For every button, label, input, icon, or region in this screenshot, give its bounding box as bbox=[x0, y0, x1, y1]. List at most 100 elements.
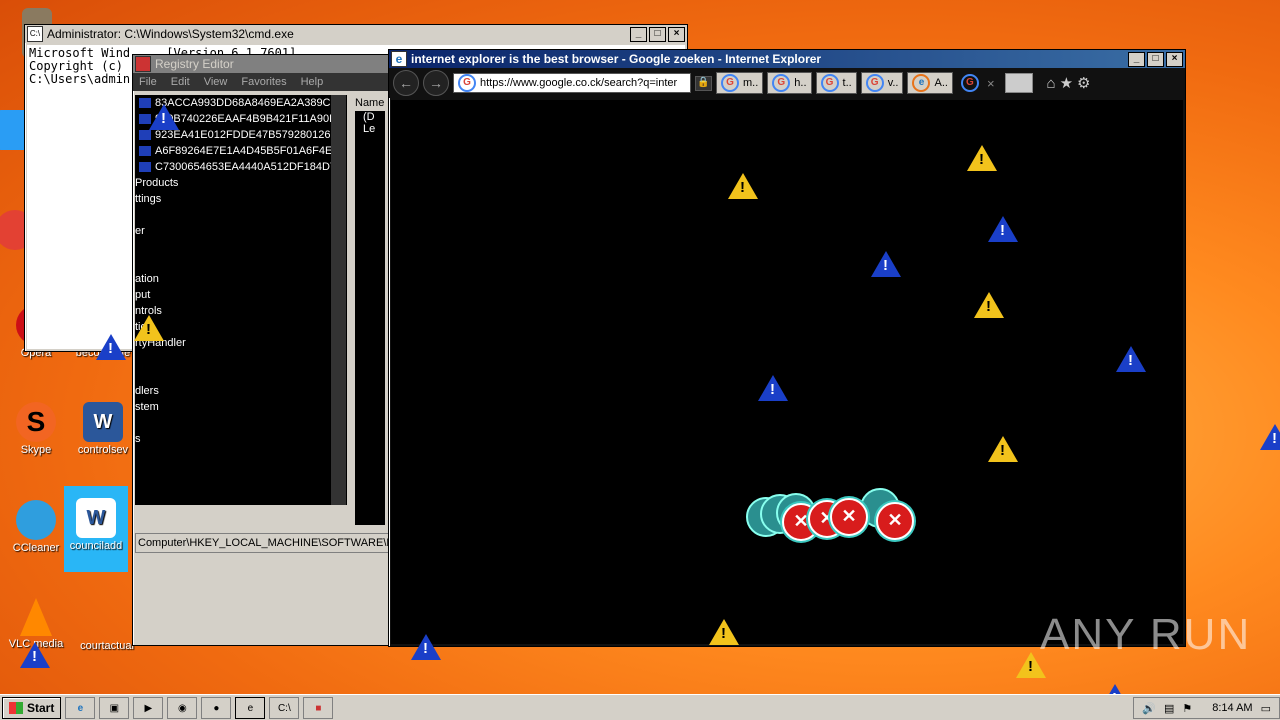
tree-item[interactable] bbox=[135, 415, 347, 431]
close-button[interactable]: × bbox=[668, 26, 685, 42]
menu-favorites[interactable]: Favorites bbox=[241, 76, 286, 88]
settings-gear-icon[interactable]: ⚙ bbox=[1077, 74, 1090, 92]
address-bar[interactable]: G https://www.google.co.ck/search?q=inte… bbox=[453, 73, 691, 93]
taskbar-cmd-icon[interactable]: C:\ bbox=[269, 697, 300, 719]
forward-button[interactable]: → bbox=[423, 70, 449, 96]
registry-values-pane[interactable]: Name (D Le bbox=[355, 95, 385, 525]
value-item[interactable]: Le bbox=[355, 123, 385, 135]
menu-edit[interactable]: Edit bbox=[171, 76, 190, 88]
info-warning-icon[interactable] bbox=[96, 334, 126, 360]
tree-item[interactable]: stem bbox=[135, 399, 347, 415]
tree-item[interactable]: s bbox=[135, 431, 347, 447]
desktop-icon-counciladd[interactable]: W counciladd bbox=[64, 486, 128, 572]
taskbar-explorer-icon[interactable]: ▣ bbox=[99, 697, 130, 719]
taskbar-media-icon[interactable]: ▶ bbox=[133, 697, 164, 719]
tree-item-label: 950B740226EAAF4B9B421F11A90D bbox=[155, 113, 338, 125]
values-column-header[interactable]: Name bbox=[355, 95, 385, 111]
warning-icon[interactable] bbox=[988, 436, 1018, 462]
show-desktop-icon[interactable]: ▭ bbox=[1261, 702, 1271, 715]
new-tab-button[interactable] bbox=[1004, 73, 1033, 93]
tree-item-label: dlers bbox=[135, 385, 159, 397]
tab-3[interactable]: Gt.. bbox=[815, 72, 857, 94]
tree-item[interactable] bbox=[135, 351, 347, 367]
taskbar-app-icon[interactable]: ● bbox=[201, 697, 232, 719]
desktop-icon-skype[interactable]: S Skype bbox=[1, 402, 71, 456]
menu-view[interactable]: View bbox=[204, 76, 228, 88]
menu-help[interactable]: Help bbox=[301, 76, 324, 88]
tab-label: v.. bbox=[887, 77, 899, 89]
desktop-icon-controlsev[interactable]: W controlsev bbox=[68, 402, 138, 456]
warning-icon[interactable] bbox=[134, 315, 164, 341]
flag-icon[interactable]: ⚑ bbox=[1182, 702, 1192, 715]
tree-vertical-scrollbar[interactable] bbox=[331, 95, 346, 505]
start-button[interactable]: Start bbox=[2, 697, 62, 719]
clock[interactable]: 8:14 AM bbox=[1212, 702, 1252, 714]
ie-window[interactable]: e internet explorer is the best browser … bbox=[388, 49, 1186, 647]
lock-icon[interactable]: 🔒 bbox=[695, 75, 712, 91]
close-button[interactable]: × bbox=[1166, 51, 1183, 67]
registry-titlebar[interactable]: Registry Editor bbox=[133, 55, 393, 73]
taskbar-regedit-icon[interactable]: ■ bbox=[303, 697, 334, 719]
back-button[interactable]: ← bbox=[393, 70, 419, 96]
close-tab-icon[interactable]: × bbox=[987, 76, 995, 91]
favorites-star-icon[interactable]: ★ bbox=[1060, 74, 1073, 92]
tree-item[interactable] bbox=[135, 239, 347, 255]
new-tab-google-icon[interactable]: G bbox=[960, 74, 979, 92]
warning-icon[interactable] bbox=[974, 292, 1004, 318]
tree-item[interactable]: C7300654653EA4440A512DF184D7 bbox=[135, 159, 347, 175]
tree-item[interactable] bbox=[135, 367, 347, 383]
warning-icon[interactable] bbox=[967, 145, 997, 171]
minimize-button[interactable]: _ bbox=[1128, 51, 1145, 67]
document-icon bbox=[87, 598, 127, 638]
cmd-titlebar[interactable]: C:\ Administrator: C:\Windows\System32\c… bbox=[25, 25, 687, 43]
home-icon[interactable]: ⌂ bbox=[1047, 75, 1056, 92]
registry-tree[interactable]: 83ACCA993DD68A8469EA2A389C57 950B740226E… bbox=[135, 95, 347, 505]
desktop-icon-ccleaner[interactable]: CCleaner bbox=[1, 500, 71, 554]
menu-file[interactable]: File bbox=[139, 76, 157, 88]
minimize-button[interactable]: _ bbox=[630, 26, 647, 42]
tree-item[interactable] bbox=[135, 207, 347, 223]
tab-1[interactable]: Gm.. bbox=[716, 72, 764, 94]
info-warning-icon[interactable] bbox=[1116, 346, 1146, 372]
tree-item[interactable] bbox=[135, 255, 347, 271]
tree-item[interactable]: ation bbox=[135, 271, 347, 287]
ie-page-content[interactable] bbox=[391, 100, 1183, 644]
ie-titlebar[interactable]: e internet explorer is the best browser … bbox=[389, 50, 1185, 68]
network-icon[interactable]: ▤ bbox=[1164, 702, 1174, 715]
warning-icon[interactable] bbox=[728, 173, 758, 199]
registry-window[interactable]: Registry Editor File Edit View Favorites… bbox=[132, 54, 394, 646]
maximize-button[interactable]: □ bbox=[649, 26, 666, 42]
warning-icon[interactable] bbox=[709, 619, 739, 645]
tab-4[interactable]: Gv.. bbox=[860, 72, 904, 94]
tree-item[interactable]: tion bbox=[135, 319, 347, 335]
info-warning-icon[interactable] bbox=[149, 104, 179, 130]
tree-item[interactable]: dlers bbox=[135, 383, 347, 399]
tree-item[interactable]: Products bbox=[135, 175, 347, 191]
taskbar-ie-window-icon[interactable]: e bbox=[235, 697, 266, 719]
taskbar-chrome-icon[interactable]: ◉ bbox=[167, 697, 198, 719]
tree-item[interactable]: A6F89264E7E1A4D45B5F01A6F4E0 bbox=[135, 143, 347, 159]
info-warning-icon[interactable] bbox=[871, 251, 901, 277]
system-tray: 🔊 ▤ ⚑ 8:14 AM ▭ bbox=[1133, 697, 1280, 719]
info-warning-icon[interactable] bbox=[1260, 424, 1280, 450]
skype-icon: S bbox=[16, 402, 56, 442]
taskbar-ie-icon[interactable]: e bbox=[65, 697, 96, 719]
tree-item[interactable]: ttings bbox=[135, 191, 347, 207]
maximize-button[interactable]: □ bbox=[1147, 51, 1164, 67]
tree-item[interactable]: er bbox=[135, 223, 347, 239]
tab-5-active[interactable]: e A.. bbox=[907, 72, 953, 94]
tab-2[interactable]: Gh.. bbox=[767, 72, 812, 94]
info-warning-icon[interactable] bbox=[20, 642, 50, 668]
tree-item[interactable]: ntrols bbox=[135, 303, 347, 319]
tree-item[interactable]: rtyHandler bbox=[135, 335, 347, 351]
tab-label: h.. bbox=[794, 77, 807, 89]
info-warning-icon[interactable] bbox=[411, 634, 441, 660]
value-item[interactable]: (D bbox=[355, 111, 385, 123]
tree-item[interactable]: put bbox=[135, 287, 347, 303]
error-icon[interactable]: ✕ bbox=[876, 502, 914, 540]
error-icon[interactable]: ✕ bbox=[830, 498, 868, 536]
tree-item-label: Products bbox=[135, 177, 179, 189]
info-warning-icon[interactable] bbox=[758, 375, 788, 401]
info-warning-icon[interactable] bbox=[988, 216, 1018, 242]
speaker-icon[interactable]: 🔊 bbox=[1142, 702, 1156, 715]
